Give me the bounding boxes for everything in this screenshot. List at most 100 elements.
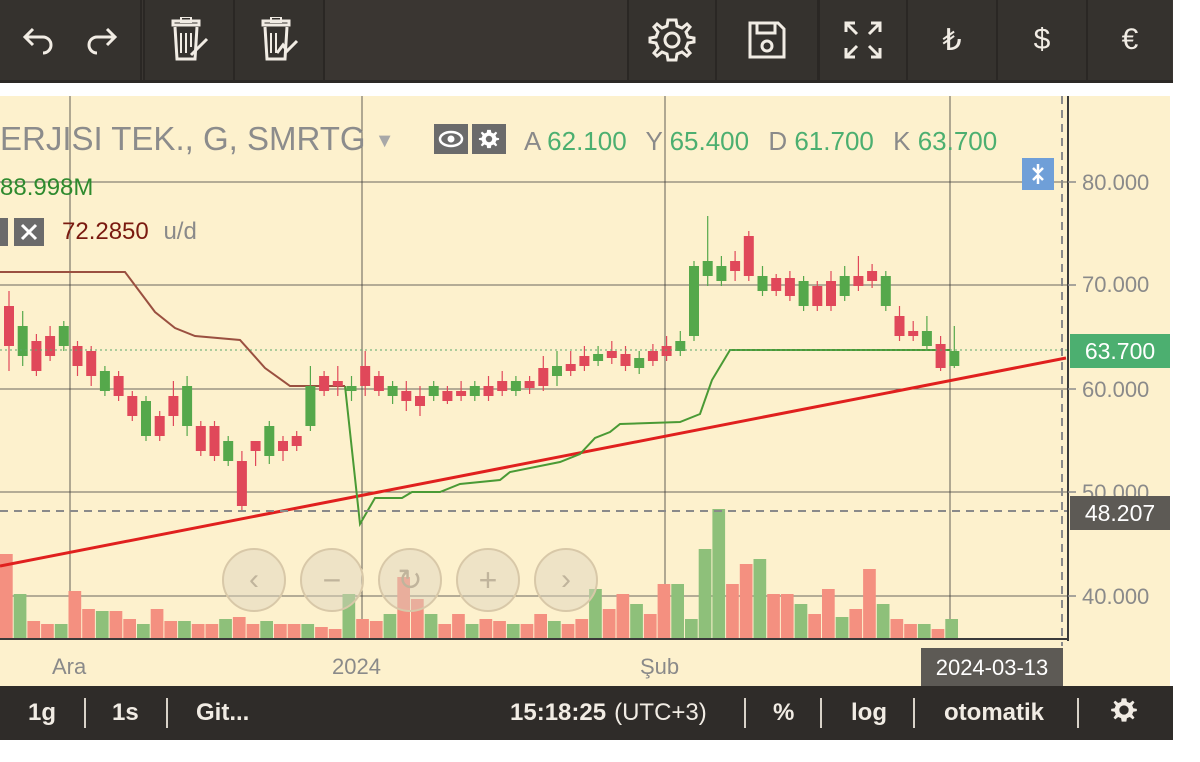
volume-bar xyxy=(945,619,958,639)
goto-button[interactable]: Git... xyxy=(196,686,249,740)
volume-bar xyxy=(643,614,657,639)
undo-icon[interactable] xyxy=(21,25,55,55)
save-button[interactable] xyxy=(715,0,819,80)
currency-usd-button[interactable]: $ xyxy=(996,0,1088,80)
refresh-icon: ↻ xyxy=(397,563,423,597)
volume-bar xyxy=(150,609,164,639)
volume-bar xyxy=(849,609,863,639)
volume-bar xyxy=(685,619,698,639)
clock[interactable]: 15:18:25 (UTC+3) xyxy=(510,686,707,740)
volume-bar xyxy=(328,629,342,639)
zoom-out-button[interactable]: − xyxy=(300,548,364,612)
currency-try-button[interactable]: ₺ xyxy=(906,0,998,80)
close-value: 63.700 xyxy=(917,126,998,156)
close-icon[interactable] xyxy=(14,218,44,246)
volume-bar xyxy=(191,624,205,639)
crosshair-date-badge: 2024-03-13 xyxy=(921,648,1063,688)
candle-body xyxy=(168,396,179,416)
auto-label: otomatik xyxy=(944,699,1045,726)
reset-button[interactable]: ↻ xyxy=(378,548,442,612)
volume-bar xyxy=(630,604,643,639)
percent-label: % xyxy=(773,699,795,726)
symbol-title-text: ERJISI TEK., G, SMRTG xyxy=(0,120,366,157)
candle-body xyxy=(702,261,713,276)
eye-icon[interactable] xyxy=(434,124,468,154)
price-tick-40: 40.000 xyxy=(1082,584,1150,609)
volume-bar xyxy=(164,621,178,639)
volume-bar xyxy=(438,624,452,639)
candle-body xyxy=(45,336,56,356)
candle-body xyxy=(689,266,699,336)
trash-drawing-icon xyxy=(167,17,211,63)
candle-body xyxy=(935,344,946,368)
delete-indicators-button[interactable] xyxy=(233,0,325,80)
scroll-right-button[interactable]: › xyxy=(534,548,598,612)
indicator-settings-icon[interactable] xyxy=(0,218,8,246)
candle-body xyxy=(387,386,398,396)
currency-try-label: ₺ xyxy=(942,23,962,57)
candle-body xyxy=(716,266,727,281)
volume-bar xyxy=(232,617,246,639)
volume-bar xyxy=(301,624,315,639)
candle-body xyxy=(195,426,206,451)
crosshair-price-badge: 48.207 xyxy=(1070,496,1170,530)
zoom-in-button[interactable]: + xyxy=(456,548,520,612)
settings-button[interactable] xyxy=(627,0,717,80)
volume-bar xyxy=(424,614,438,639)
divider xyxy=(166,698,168,728)
volume-bar xyxy=(506,624,520,639)
clock-timezone: (UTC+3) xyxy=(614,699,707,726)
candle-body xyxy=(291,436,302,446)
candle-body xyxy=(497,381,508,391)
volume-bar xyxy=(219,619,232,639)
candle-body xyxy=(456,391,467,396)
currency-eur-button[interactable]: € xyxy=(1086,0,1172,80)
collapse-icon[interactable] xyxy=(1022,158,1054,190)
indicator-value: 72.2850 xyxy=(62,218,149,245)
volume-bar xyxy=(246,624,260,639)
volume-bar xyxy=(68,591,82,639)
candle-body xyxy=(113,376,124,396)
volume-bar xyxy=(671,584,684,639)
volume-bar xyxy=(109,611,123,639)
candle-body xyxy=(620,354,631,366)
symbol-title[interactable]: ERJISI TEK., G, SMRTG ▼ xyxy=(0,120,394,158)
interval-1g-button[interactable]: 1g xyxy=(28,686,56,740)
percent-toggle[interactable]: % xyxy=(773,686,794,740)
gear-icon[interactable] xyxy=(472,124,506,154)
volume-bar xyxy=(780,594,794,639)
volume-bar xyxy=(904,624,917,639)
volume-bar xyxy=(260,621,273,639)
volume-bar xyxy=(698,549,712,639)
redo-icon[interactable] xyxy=(85,25,119,55)
volume-bar xyxy=(712,509,726,639)
close-label: K xyxy=(893,126,911,156)
gear-icon xyxy=(1110,696,1138,731)
candle-body xyxy=(743,236,754,276)
volume-bar xyxy=(137,624,150,639)
candle-body xyxy=(223,441,234,461)
chevron-down-icon[interactable]: ▼ xyxy=(375,130,395,152)
candle-body xyxy=(415,396,425,406)
chart-area[interactable]: 80.000 70.000 60.000 50.000 40.000 63.70… xyxy=(0,96,1170,688)
undo-redo-group xyxy=(0,0,142,80)
candle-body xyxy=(524,381,535,388)
indicator-unit: u/d xyxy=(163,218,197,245)
auto-toggle[interactable]: otomatik xyxy=(944,686,1044,740)
volume-bar xyxy=(95,611,109,639)
minus-icon: − xyxy=(322,561,342,598)
volume-bar xyxy=(369,621,383,639)
volume-bar xyxy=(178,621,191,639)
delete-drawings-button[interactable] xyxy=(143,0,235,80)
candle-body xyxy=(880,276,891,306)
chart-settings-button[interactable] xyxy=(1110,686,1138,740)
scroll-left-button[interactable]: ‹ xyxy=(222,548,286,612)
candle-body xyxy=(360,366,371,386)
interval-1s-button[interactable]: 1s xyxy=(112,686,139,740)
volume-bar xyxy=(726,584,739,639)
gear-icon xyxy=(648,16,696,64)
divider xyxy=(84,698,86,728)
divider xyxy=(913,698,915,728)
fullscreen-button[interactable] xyxy=(818,0,908,80)
log-toggle[interactable]: log xyxy=(851,686,887,740)
